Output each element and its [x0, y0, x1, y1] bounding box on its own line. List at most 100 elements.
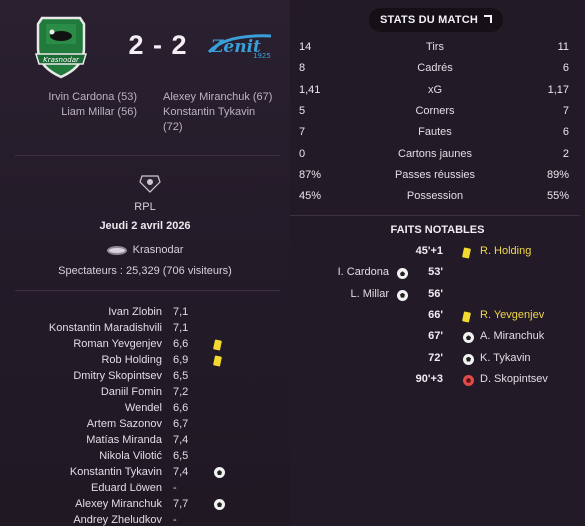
player-rating: 7,4	[173, 434, 189, 446]
player-row[interactable]: Wendel 6,6	[0, 400, 290, 416]
player-name[interactable]: Matías Miranda	[86, 432, 162, 448]
stat-away-value: 1,17	[547, 83, 569, 96]
key-event-row[interactable]: 66' R. Yevgenjev	[290, 306, 585, 324]
scorer: Liam Millar (56)	[61, 106, 137, 118]
stat-label: Fautes	[418, 126, 452, 139]
player-row[interactable]: Nikola Vilotić 6,5	[0, 448, 290, 464]
player-rating: 6,7	[173, 418, 189, 430]
stat-away-value: 7	[562, 104, 569, 117]
player-name[interactable]: Rob Holding	[101, 352, 162, 368]
own-goal-icon	[463, 374, 474, 386]
stat-row: 87% Passes réussies 89%	[290, 166, 585, 184]
stadium-icon	[106, 245, 127, 255]
goal-ball-icon	[397, 289, 408, 301]
event-away-icon	[463, 353, 474, 371]
event-home-player[interactable]: L. Millar	[350, 285, 389, 303]
goal-ball-icon	[214, 467, 225, 478]
player-name[interactable]: Ivan Zlobin	[108, 304, 162, 320]
event-away-player[interactable]: D. Skopintsev	[480, 370, 548, 388]
stat-row: 5 Corners 7	[290, 102, 585, 120]
stat-label: Possession	[406, 190, 464, 203]
player-name[interactable]: Konstantin Tykavin	[70, 464, 162, 480]
key-event-row[interactable]: 72' K. Tykavin	[290, 349, 585, 367]
key-event-row[interactable]: I. Cardona 53'	[290, 263, 585, 281]
expand-icon	[484, 15, 493, 23]
league-name[interactable]: RPL	[0, 201, 290, 213]
player-name[interactable]: Artem Sazonov	[87, 416, 162, 432]
venue-name: Krasnodar	[132, 244, 184, 256]
key-event-row[interactable]: 67' A. Miranchuk	[290, 327, 585, 345]
player-rating: 7,1	[173, 322, 189, 334]
goal-ball-icon	[214, 499, 225, 510]
event-minute: 90'+3	[415, 372, 443, 385]
key-event-row[interactable]: L. Millar 56'	[290, 285, 585, 303]
key-events-title: FAITS NOTABLES	[390, 224, 485, 236]
player-name[interactable]: Roman Yevgenjev	[73, 336, 162, 352]
player-name[interactable]: Wendel	[125, 400, 162, 416]
event-away-icon	[462, 246, 471, 264]
player-rating: 7,1	[173, 306, 189, 318]
home-crest-text: Krasnodar	[43, 56, 80, 64]
away-team-logo[interactable]: Zenit 1925	[205, 28, 275, 62]
match-stats-button[interactable]: STATS DU MATCH	[369, 8, 503, 32]
player-row[interactable]: Dmitry Skopintsev 6,5	[0, 368, 290, 384]
event-away-player[interactable]: K. Tykavin	[480, 349, 531, 367]
event-home-player[interactable]: I. Cardona	[338, 263, 389, 281]
player-row[interactable]: Konstantin Maradishvili 7,1	[0, 320, 290, 336]
stat-away-value: 6	[562, 126, 569, 139]
player-rating: -	[173, 482, 177, 494]
event-away-player[interactable]: R. Yevgenjev	[480, 306, 544, 324]
stat-away-value: 11	[557, 41, 569, 53]
stat-row: 0 Cartons jaunes 2	[290, 145, 585, 163]
player-name[interactable]: Daniil Fomin	[101, 384, 162, 400]
match-summary-panel: Krasnodar 2 - 2 Zenit 1925 Irvin Cardona…	[0, 0, 290, 526]
key-event-row[interactable]: 90'+3 D. Skopintsev	[290, 370, 585, 388]
key-event-row[interactable]: 45'+1 R. Holding	[290, 242, 585, 260]
match-score: 2 - 2	[128, 30, 188, 60]
yellow-card-icon	[213, 355, 222, 367]
player-rating: 6,5	[173, 370, 189, 382]
stat-home-value: 0	[299, 147, 306, 160]
home-team-crest[interactable]: Krasnodar	[28, 14, 94, 80]
player-row[interactable]: Konstantin Tykavin 7,4	[0, 464, 290, 480]
scorer: Konstantin Tykavin	[163, 106, 256, 118]
player-row[interactable]: Andrey Zheludkov -	[0, 512, 290, 526]
player-row[interactable]: Matías Miranda 7,4	[0, 432, 290, 448]
event-away-player[interactable]: A. Miranchuk	[480, 327, 544, 345]
goal-ball-icon	[463, 332, 474, 344]
event-away-icon	[463, 331, 474, 349]
event-away-player[interactable]: R. Holding	[480, 242, 531, 260]
player-row[interactable]: Alexey Miranchuk 7,7	[0, 496, 290, 512]
match-stats-button-label: STATS DU MATCH	[379, 14, 479, 26]
player-row[interactable]: Ivan Zlobin 7,1	[0, 304, 290, 320]
player-rating: 7,2	[173, 386, 189, 398]
player-name[interactable]: Andrey Zheludkov	[73, 512, 162, 526]
player-name[interactable]: Dmitry Skopintsev	[73, 368, 162, 384]
stat-row: 45% Possession 55%	[290, 187, 585, 205]
player-name[interactable]: Eduard Löwen	[91, 480, 162, 496]
stat-home-value: 87%	[299, 168, 322, 181]
player-row[interactable]: Daniil Fomin 7,2	[0, 384, 290, 400]
player-name[interactable]: Alexey Miranchuk	[75, 496, 162, 512]
player-row[interactable]: Rob Holding 6,9	[0, 352, 290, 368]
stat-away-value: 89%	[546, 168, 569, 181]
stat-row: 1,41 xG 1,17	[290, 81, 585, 99]
home-scorers: Irvin Cardona (53) Liam Millar (56)	[20, 90, 137, 120]
player-rating: 6,6	[173, 402, 189, 414]
stat-away-value: 2	[562, 147, 569, 160]
stat-row: 14 Tirs 11	[290, 38, 585, 56]
player-name[interactable]: Nikola Vilotić	[99, 448, 162, 464]
player-name[interactable]: Konstantin Maradishvili	[49, 320, 162, 336]
event-minute: 67'	[428, 330, 443, 343]
player-row[interactable]: Roman Yevgenjev 6,6	[0, 336, 290, 352]
player-rating: -	[173, 514, 177, 526]
match-date: Jeudi 2 avril 2026	[99, 220, 191, 232]
player-row[interactable]: Eduard Löwen -	[0, 480, 290, 496]
player-row[interactable]: Artem Sazonov 6,7	[0, 416, 290, 432]
stat-label: Tirs	[426, 41, 444, 53]
event-minute: 53'	[428, 266, 443, 279]
league-logo-icon[interactable]	[138, 174, 162, 194]
divider	[15, 290, 280, 291]
away-crest-year: 1925	[253, 52, 271, 60]
venue[interactable]: Krasnodar	[0, 244, 290, 256]
